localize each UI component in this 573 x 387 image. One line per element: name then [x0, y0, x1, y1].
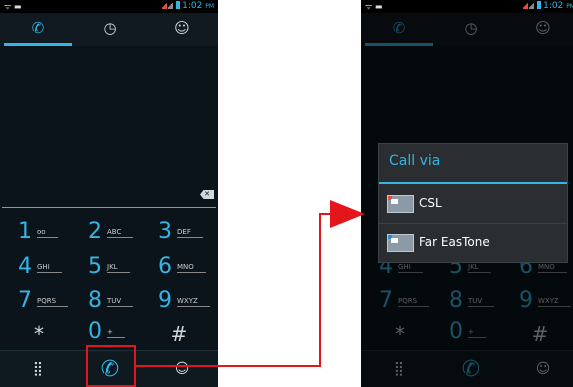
tab-contacts[interactable]: ☺ [146, 13, 218, 46]
call-via-option-far-eastone[interactable]: Far EasTone [379, 224, 567, 262]
key-hash[interactable]: # [144, 320, 214, 350]
backspace-icon[interactable]: ✕ [200, 190, 214, 199]
key-7[interactable]: 7 PQRS [4, 287, 74, 317]
tab-recents[interactable]: ◷ [74, 13, 146, 46]
status-time: 1:02 [182, 1, 203, 11]
key-digit: 7 [18, 288, 32, 313]
key-letters: DEF [177, 228, 203, 238]
key-digit: * [34, 322, 44, 346]
status-ampm: PM [205, 3, 214, 10]
key-letters: WXYZ [177, 297, 210, 307]
key-letters: JKL [107, 263, 130, 273]
key-3[interactable]: 3 DEF [144, 218, 214, 248]
phone-icon: ✆ [31, 19, 45, 37]
key-6[interactable]: 6 MNO [144, 253, 214, 283]
voicemail-icon: oo [37, 228, 58, 238]
key-digit: 8 [88, 288, 102, 313]
key-star[interactable]: * [4, 320, 74, 350]
call-via-dialog: Call via CSL Far EasTone [378, 143, 568, 263]
dialer-screen-right: ᯤ ▬ 1:02 PM ✆ ◷ ☺ 4GHI 5JKL 6MNO 7PQRS 8… [361, 0, 573, 387]
key-digit: 5 [88, 254, 102, 279]
dialog-title: Call via [389, 153, 441, 169]
battery-icon [537, 1, 542, 9]
key-letters: PQRS [37, 297, 69, 307]
connector-line [319, 213, 321, 367]
connector-line [136, 365, 321, 367]
key-digit: 1 [18, 219, 32, 244]
digits-underline [2, 207, 216, 208]
status-bar: ᯤ ▬ 1:02 PM [361, 0, 573, 13]
dialpad-icon: ⣿ [32, 361, 44, 377]
digits-display [0, 46, 218, 184]
arrow-icon [330, 200, 365, 228]
key-1[interactable]: 1 oo [4, 218, 74, 248]
key-digit: 0 [88, 319, 102, 344]
key-digit: # [170, 322, 188, 346]
tab-phone[interactable]: ✆ [2, 13, 74, 46]
key-0[interactable]: 0+ [74, 318, 144, 348]
status-right: 1:02 PM [162, 1, 214, 11]
signal-icon [162, 1, 168, 9]
key-4[interactable]: 4 GHI [4, 253, 74, 283]
key-letters: TUV [107, 297, 134, 307]
option-label: CSL [419, 196, 442, 210]
tab-bar: ✆ ◷ ☺ [0, 13, 218, 46]
signal-icon [523, 1, 529, 9]
key-letters: ABC [107, 228, 134, 238]
key-5[interactable]: 5 JKL [74, 253, 144, 283]
key-digit: 2 [88, 219, 102, 244]
option-label: Far EasTone [419, 235, 490, 249]
dialpad-button[interactable]: ⣿ [2, 351, 74, 387]
status-time: 1:02 [543, 1, 564, 11]
call-via-option-csl[interactable]: CSL [379, 185, 567, 224]
battery-icon [176, 1, 181, 9]
key-digit: 6 [158, 254, 172, 279]
dialer-screen-left: ᯤ ▬ 1:02 PM ✆ ◷ ☺ ✕ 1 oo 2 ABC 3 DEF 4 GHI 5… [0, 0, 218, 387]
sim-card-icon [387, 195, 414, 213]
key-digit: 9 [158, 288, 172, 313]
key-digit: 4 [18, 254, 32, 279]
dialog-title-divider [379, 182, 567, 184]
key-digit: 3 [158, 219, 172, 244]
key-8[interactable]: 8 TUV [74, 287, 144, 317]
key-letters: GHI [37, 263, 62, 273]
status-right: 1:02 PM [523, 1, 573, 11]
sim-card-icon [387, 234, 414, 252]
add-contact-button[interactable]: ☺ [146, 351, 218, 387]
key-9[interactable]: 9 WXYZ [144, 287, 214, 317]
wifi-icon: ᯤ ▬ [4, 2, 22, 11]
key-2[interactable]: 2 ABC [74, 218, 144, 248]
signal-icon [168, 1, 174, 9]
call-button-highlight-box [86, 345, 136, 387]
wifi-icon: ᯤ ▬ [365, 2, 383, 11]
status-ampm: PM [566, 3, 573, 10]
contact-icon: ☺ [174, 19, 190, 37]
key-letters: MNO [177, 263, 206, 273]
key-letters: + [107, 328, 125, 338]
signal-icon [529, 1, 535, 9]
add-contact-icon: ☺ [174, 361, 190, 377]
clock-icon: ◷ [103, 19, 117, 37]
status-bar: ᯤ ▬ 1:02 PM [0, 0, 218, 13]
